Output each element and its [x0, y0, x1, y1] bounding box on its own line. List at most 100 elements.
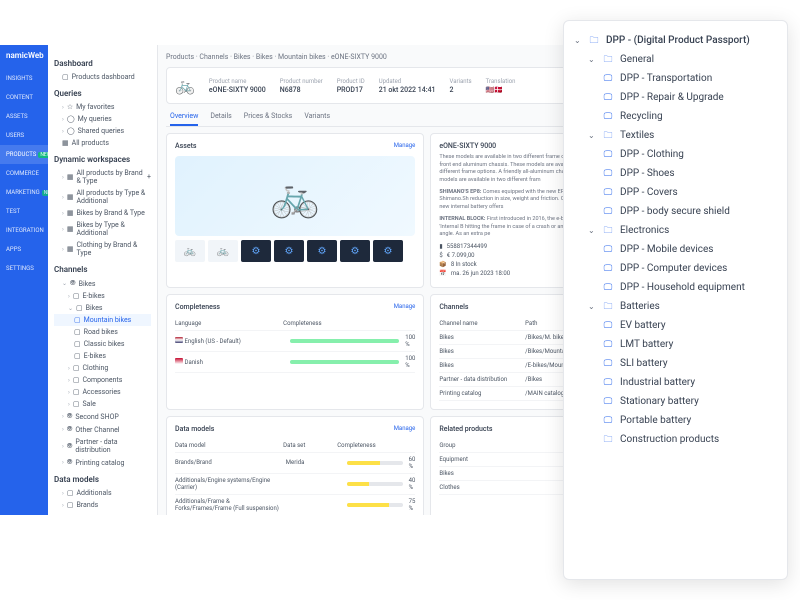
sidebar-all-type-add[interactable]: ›▦ All products by Type & Additional: [54, 187, 151, 207]
sidebar-shared-queries[interactable]: ›◯ Shared queries: [54, 125, 151, 137]
dpp-textiles[interactable]: ⌄🗀Textiles: [574, 126, 777, 145]
sidebar-printing[interactable]: ›🞋 Printing catalog: [54, 456, 151, 469]
product-hero-image[interactable]: 🚲: [175, 156, 415, 236]
data-model-row[interactable]: Additionals/Engine systems/Engine (Carri…: [175, 474, 415, 495]
manage-completeness-link[interactable]: Manage: [394, 303, 416, 311]
sidebar-bikes[interactable]: ⌄🞋 Bikes: [54, 277, 151, 290]
price-icon: $: [439, 252, 442, 259]
manage-assets-link[interactable]: Manage: [394, 142, 416, 150]
dpp-mobile[interactable]: 🖵DPP - Mobile devices: [574, 240, 777, 259]
assets-card: AssetsManage 🚲 🚲 🚲 ⚙ ⚙ ⚙ ⚙ ⚙: [166, 133, 424, 288]
dpp-electronics[interactable]: ⌄🗀Electronics: [574, 221, 777, 240]
nav-apps[interactable]: APPS: [0, 240, 48, 259]
thumb-4[interactable]: ⚙: [274, 240, 304, 262]
thumbnail-row: 🚲 🚲 ⚙ ⚙ ⚙ ⚙ ⚙: [175, 240, 415, 262]
data-models-heading: Data models: [54, 475, 151, 484]
dpp-clothing[interactable]: 🖵DPP - Clothing: [574, 145, 777, 164]
sidebar-classic-bikes[interactable]: ▢ Classic bikes: [54, 338, 151, 350]
sidebar-products-dashboard[interactable]: ▢ Products dashboard: [54, 71, 151, 83]
sidebar-sale[interactable]: ›▢ Sale: [54, 398, 151, 410]
sidebar-additionals[interactable]: ›▢ Additionals: [54, 487, 151, 499]
sidebar-components[interactable]: ›▢ Components: [54, 374, 151, 386]
file-icon: 🖵: [602, 74, 614, 84]
folder-icon: 🗀: [588, 36, 600, 46]
sidebar-other-channel[interactable]: ›🞋 Other Channel: [54, 423, 151, 436]
dpp-body-shield[interactable]: 🖵DPP - body secure shield: [574, 202, 777, 221]
file-icon: 🖵: [602, 188, 614, 198]
sidebar-all-products[interactable]: ▦ All products: [54, 137, 151, 149]
dpp-covers[interactable]: 🖵DPP - Covers: [574, 183, 777, 202]
sidebar-mountain-bikes[interactable]: ▢ Mountain bikes: [54, 314, 151, 326]
sidebar-all-brand-type[interactable]: ›▦ All products by Brand & Type +: [54, 167, 151, 187]
file-icon: 🖵: [602, 207, 614, 217]
dpp-industrial-battery[interactable]: 🖵Industrial battery: [574, 373, 777, 392]
sidebar-brands[interactable]: ›▢ Brands: [54, 499, 151, 511]
sidebar-road-bikes[interactable]: ▢ Road bikes: [54, 326, 151, 338]
sidebar-clothing[interactable]: ›▢ Clothing: [54, 362, 151, 374]
thumb-6[interactable]: ⚙: [340, 240, 370, 262]
dpp-portable-battery[interactable]: 🖵Portable battery: [574, 411, 777, 430]
dpp-stationary-battery[interactable]: 🖵Stationary battery: [574, 392, 777, 411]
sidebar-ebikes[interactable]: ›▢ E-bikes: [54, 290, 151, 302]
dpp-general[interactable]: ⌄🗀General: [574, 50, 777, 69]
sidebar-ebikes2[interactable]: ▢ E-bikes: [54, 350, 151, 362]
sidebar-my-queries[interactable]: ›◯ My queries: [54, 113, 151, 125]
dpp-recycling[interactable]: 🖵Recycling: [574, 107, 777, 126]
data-model-row[interactable]: Additionals/Frame & Forks/Frames/Frame (…: [175, 495, 415, 515]
tab-details[interactable]: Details: [210, 108, 231, 126]
file-icon: 🖵: [602, 245, 614, 255]
nav-insights[interactable]: INSIGHTS: [0, 69, 48, 88]
primary-nav: INSIGHTS CONTENT ASSETS USERS PRODUCTSNE…: [0, 45, 48, 515]
tab-variants[interactable]: Variants: [304, 108, 330, 126]
sidebar-second-shop[interactable]: ›🞋 Second SHOP: [54, 410, 151, 423]
sidebar-accessories[interactable]: ›▢ Accessories: [54, 386, 151, 398]
dpp-lmt-battery[interactable]: 🖵LMT battery: [574, 335, 777, 354]
sidebar-bikes2[interactable]: ⌄▢ Bikes: [54, 302, 151, 314]
thumb-5[interactable]: ⚙: [307, 240, 337, 262]
manage-data-models-link[interactable]: Manage: [394, 425, 416, 433]
dpp-computer[interactable]: 🖵DPP - Computer devices: [574, 259, 777, 278]
sidebar-clothing-brand-type[interactable]: ›▦ Clothing by Brand & Type: [54, 239, 151, 259]
thumb-1[interactable]: 🚲: [175, 240, 205, 262]
main-content: Products · Channels · Bikes · Bikes · Mo…: [158, 45, 628, 515]
nav-commerce[interactable]: COMMERCE: [0, 164, 48, 183]
thumb-2[interactable]: 🚲: [208, 240, 238, 262]
breadcrumb[interactable]: Products · Channels · Bikes · Bikes · Mo…: [166, 53, 620, 61]
file-icon: 🖵: [602, 340, 614, 350]
dpp-ev-battery[interactable]: 🖵EV battery: [574, 316, 777, 335]
workspaces-heading: Dynamic workspaces: [54, 155, 151, 164]
dpp-root[interactable]: ⌄🗀DPP - (Digital Product Passport): [574, 31, 777, 50]
sidebar-bikes-type-add[interactable]: ›▦ Bikes by Type & Additional: [54, 219, 151, 239]
nav-products[interactable]: PRODUCTSNEW: [0, 145, 48, 164]
sidebar-partner[interactable]: ›🞋 Partner - data distribution: [54, 436, 151, 456]
nav-marketing[interactable]: MARKETINGNEW: [0, 183, 48, 202]
tab-overview[interactable]: Overview: [170, 108, 198, 126]
calendar-icon: 📅: [439, 270, 446, 277]
nav-users[interactable]: USERS: [0, 126, 48, 145]
dpp-transportation[interactable]: 🖵DPP - Transportation: [574, 69, 777, 88]
file-icon: 🖵: [602, 397, 614, 407]
completeness-row: Danish100 %: [175, 352, 415, 373]
dpp-repair[interactable]: 🖵DPP - Repair & Upgrade: [574, 88, 777, 107]
nav-content[interactable]: CONTENT: [0, 88, 48, 107]
nav-integration[interactable]: INTEGRATION: [0, 221, 48, 240]
dpp-sli-battery[interactable]: 🖵SLI battery: [574, 354, 777, 373]
dpp-household[interactable]: 🖵DPP - Household equipment: [574, 278, 777, 297]
dpp-shoes[interactable]: 🖵DPP - Shoes: [574, 164, 777, 183]
tab-prices[interactable]: Prices & Stocks: [244, 108, 293, 126]
dpp-construction[interactable]: 🗀Construction products: [574, 430, 777, 449]
file-icon: 🖵: [602, 169, 614, 179]
dashboard-heading: Dashboard: [54, 59, 151, 68]
translation-flags: 🇺🇸🇩🇰: [486, 86, 516, 94]
data-model-row[interactable]: Brands/BrandMerida60 %: [175, 453, 415, 474]
dpp-batteries[interactable]: ⌄🗀Batteries: [574, 297, 777, 316]
sidebar-bikes-brand-type[interactable]: ›▦ Bikes by Brand & Type: [54, 207, 151, 219]
thumb-7[interactable]: ⚙: [373, 240, 403, 262]
thumb-3[interactable]: ⚙: [241, 240, 271, 262]
nav-test[interactable]: TEST: [0, 202, 48, 221]
secondary-sidebar: Dashboard ▢ Products dashboard Queries ›…: [48, 45, 158, 515]
sidebar-my-favorites[interactable]: ›☆ My favorites: [54, 101, 151, 113]
nav-assets[interactable]: ASSETS: [0, 107, 48, 126]
nav-settings[interactable]: SETTINGS: [0, 259, 48, 278]
completeness-card: CompletenessManage LanguageCompleteness …: [166, 294, 424, 410]
